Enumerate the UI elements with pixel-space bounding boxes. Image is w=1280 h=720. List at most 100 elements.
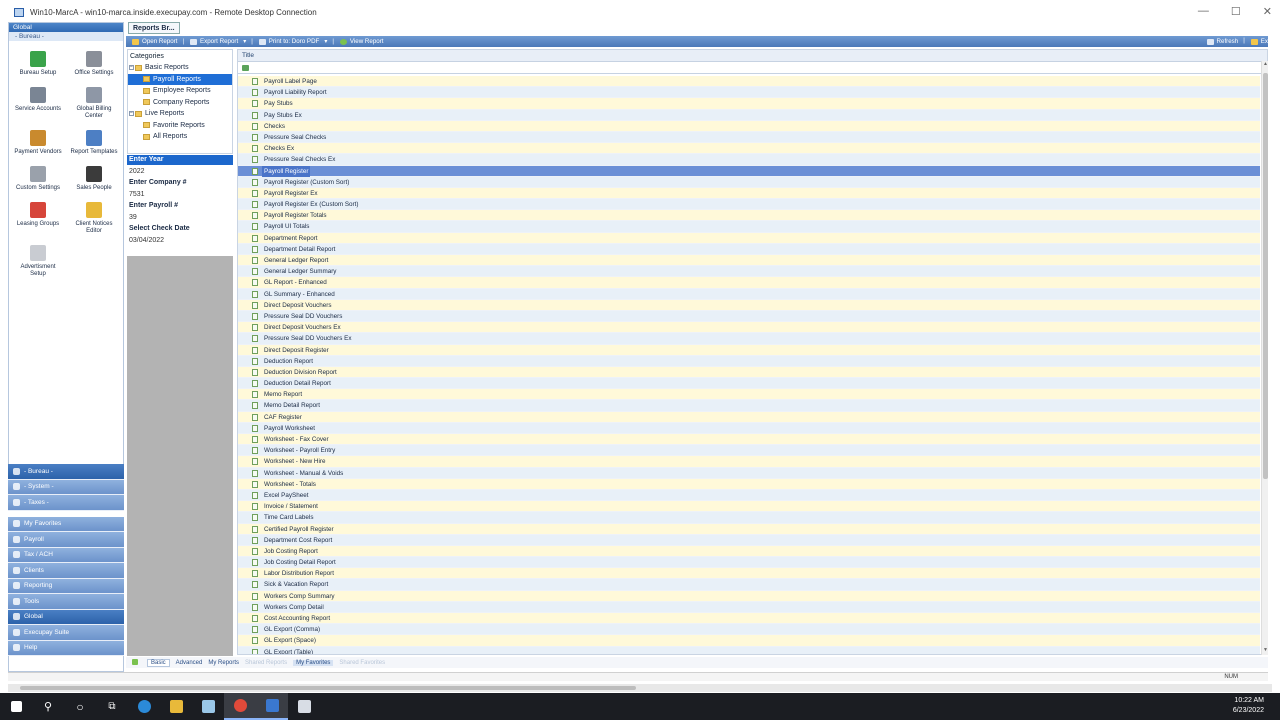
payroll-field[interactable]: 39 [127,211,233,224]
report-row[interactable]: Pay Stubs Ex [238,109,1260,121]
horizontal-scrollbar[interactable] [8,684,1272,692]
category-all-reports[interactable]: All Reports [128,131,232,143]
report-row[interactable]: Deduction Report [238,355,1260,367]
tab-advanced[interactable]: Advanced [176,660,203,666]
view-toggle-icon[interactable] [132,659,141,666]
report-row[interactable]: Checks [238,120,1260,132]
minimize-icon[interactable]: — [1198,5,1209,18]
nav-pane-reporting[interactable]: Reporting [8,578,124,594]
report-row[interactable]: Workers Comp Summary [238,590,1260,602]
check-date-field[interactable]: 03/04/2022 [127,234,233,247]
report-row[interactable]: Payroll Register Totals [238,210,1260,222]
collapse-icon[interactable]: − [129,65,134,71]
exit-button[interactable]: Ex [1250,38,1268,45]
report-row[interactable]: Worksheet - Totals [238,478,1260,490]
category-payroll-reports[interactable]: Payroll Reports [128,73,232,85]
report-row[interactable]: Deduction Division Report [238,366,1260,379]
category-basic-reports[interactable]: − Basic Reports [128,62,232,74]
report-row[interactable]: Worksheet - Manual & Voids [238,467,1260,479]
view-report-button[interactable]: View Report [339,38,383,45]
nav-pane-help[interactable]: Help [8,640,124,656]
search-button[interactable]: ⚲ [32,693,64,720]
report-row[interactable]: GL Report - Enhanced [238,277,1260,289]
scroll-down-icon[interactable]: ▼ [1262,647,1269,655]
tab-my-favorites[interactable]: My Favorites [293,659,334,666]
report-row[interactable]: Checks Ex [238,143,1260,155]
tool-leasing-groups[interactable]: Leasing Groups [13,202,63,235]
tool-client-notices[interactable]: Client Notices Editor [69,202,119,235]
report-row[interactable]: Job Costing Detail Report [238,557,1260,569]
report-row[interactable]: Payroll Worksheet [238,422,1260,434]
report-row[interactable]: Direct Deposit Vouchers Ex [238,322,1260,334]
report-row[interactable]: Payroll Label Page [238,76,1260,88]
tab-my-reports[interactable]: My Reports [208,660,239,666]
report-row[interactable]: Worksheet - New Hire [238,456,1260,468]
maximize-icon[interactable]: ☐ [1231,5,1241,18]
report-row[interactable]: Memo Report [238,389,1260,401]
report-row[interactable]: Labor Distribution Report [238,568,1260,580]
nav-pane-clients[interactable]: Clients [8,563,124,579]
start-button[interactable] [0,693,32,720]
vertical-scrollbar[interactable]: ▲ ▼ [1261,61,1268,655]
nav-pane-top[interactable]: - Bureau - [8,464,124,480]
report-row[interactable]: Workers Comp Detail [238,601,1260,613]
report-row[interactable]: Worksheet - Fax Cover [238,434,1260,446]
report-row[interactable]: GL Export (Comma) [238,624,1260,636]
report-row[interactable]: Department Cost Report [238,534,1260,546]
refresh-button[interactable]: Refresh [1206,38,1238,45]
report-row[interactable]: Pressure Seal DD Vouchers [238,310,1260,323]
scrollbar-thumb[interactable] [20,686,636,690]
report-row[interactable]: Worksheet - Payroll Entry [238,445,1260,457]
category-live-reports[interactable]: − Live Reports [128,108,232,120]
nav-pane-top[interactable]: - Taxes - [8,495,124,511]
system-clock[interactable]: 10:22 AM 6/23/2022 [1233,696,1264,716]
print-to-button[interactable]: Print to: Doro PDF ▾ [258,38,327,45]
report-row[interactable]: GL Summary - Enhanced [238,288,1260,300]
report-row[interactable]: Direct Deposit Register [238,344,1260,356]
report-row[interactable]: Department Detail Report [238,243,1260,255]
taskbar-remote-desktop[interactable] [256,693,288,720]
filter-icon[interactable] [242,65,249,71]
report-row[interactable]: GL Export (Space) [238,635,1260,647]
report-row[interactable]: GL Export (Table) [238,646,1260,654]
tool-office-settings[interactable]: Office Settings [69,51,119,77]
nav-pane-execupay-suite[interactable]: Execupay Suite [8,625,124,641]
close-icon[interactable]: ✕ [1263,5,1272,18]
tool-sales-people[interactable]: Sales People [69,166,119,192]
tool-billing-center[interactable]: Global Billing Center [69,87,119,120]
report-row[interactable]: General Ledger Report [238,255,1260,267]
tab-shared-reports[interactable]: Shared Reports [245,660,287,666]
tab-shared-favorites[interactable]: Shared Favorites [339,660,385,666]
report-row[interactable]: Pressure Seal Checks [238,131,1260,144]
report-row[interactable]: Payroll Liability Report [238,87,1260,99]
tool-report-templates[interactable]: Report Templates [69,130,119,156]
category-favorite-reports[interactable]: Favorite Reports [128,120,232,132]
report-row[interactable]: Excel PaySheet [238,489,1260,502]
report-row[interactable]: Memo Detail Report [238,400,1260,412]
report-row[interactable]: Direct Deposit Vouchers [238,299,1260,311]
nav-pane-tax-ach[interactable]: Tax / ACH [8,547,124,563]
nav-pane-global[interactable]: Global [8,609,124,625]
nav-pane-top[interactable]: - System - [8,479,124,495]
taskbar-app[interactable] [192,693,224,720]
report-row[interactable]: Time Card Labels [238,512,1260,524]
tool-service-accounts[interactable]: Service Accounts [13,87,63,120]
nav-pane-payroll[interactable]: Payroll [8,532,124,548]
reports-browser-tab[interactable]: Reports Br... [128,22,180,34]
taskbar-explorer[interactable] [160,693,192,720]
task-view-button[interactable]: ⧉ [96,693,128,720]
scrollbar-thumb[interactable] [1263,73,1268,479]
report-row[interactable]: Pay Stubs [238,98,1260,110]
company-field[interactable]: 7531 [127,188,233,201]
report-row[interactable]: Payroll Register Ex (Custom Sort) [238,199,1260,211]
report-row[interactable]: CAF Register [238,411,1260,423]
report-row[interactable]: Pressure Seal DD Vouchers Ex [238,333,1260,345]
nav-pane-tools[interactable]: Tools [8,594,124,610]
report-row[interactable]: Job Costing Report [238,545,1260,558]
tool-payment-vendors[interactable]: Payment Vendors [13,130,63,156]
category-employee-reports[interactable]: Employee Reports [128,85,232,97]
report-row[interactable]: Payroll Register (Custom Sort) [238,176,1260,188]
taskbar-execupay[interactable] [288,693,320,720]
report-row[interactable]: Deduction Detail Report [238,378,1260,390]
tool-advertisment-setup[interactable]: Advertisment Setup [13,245,63,278]
